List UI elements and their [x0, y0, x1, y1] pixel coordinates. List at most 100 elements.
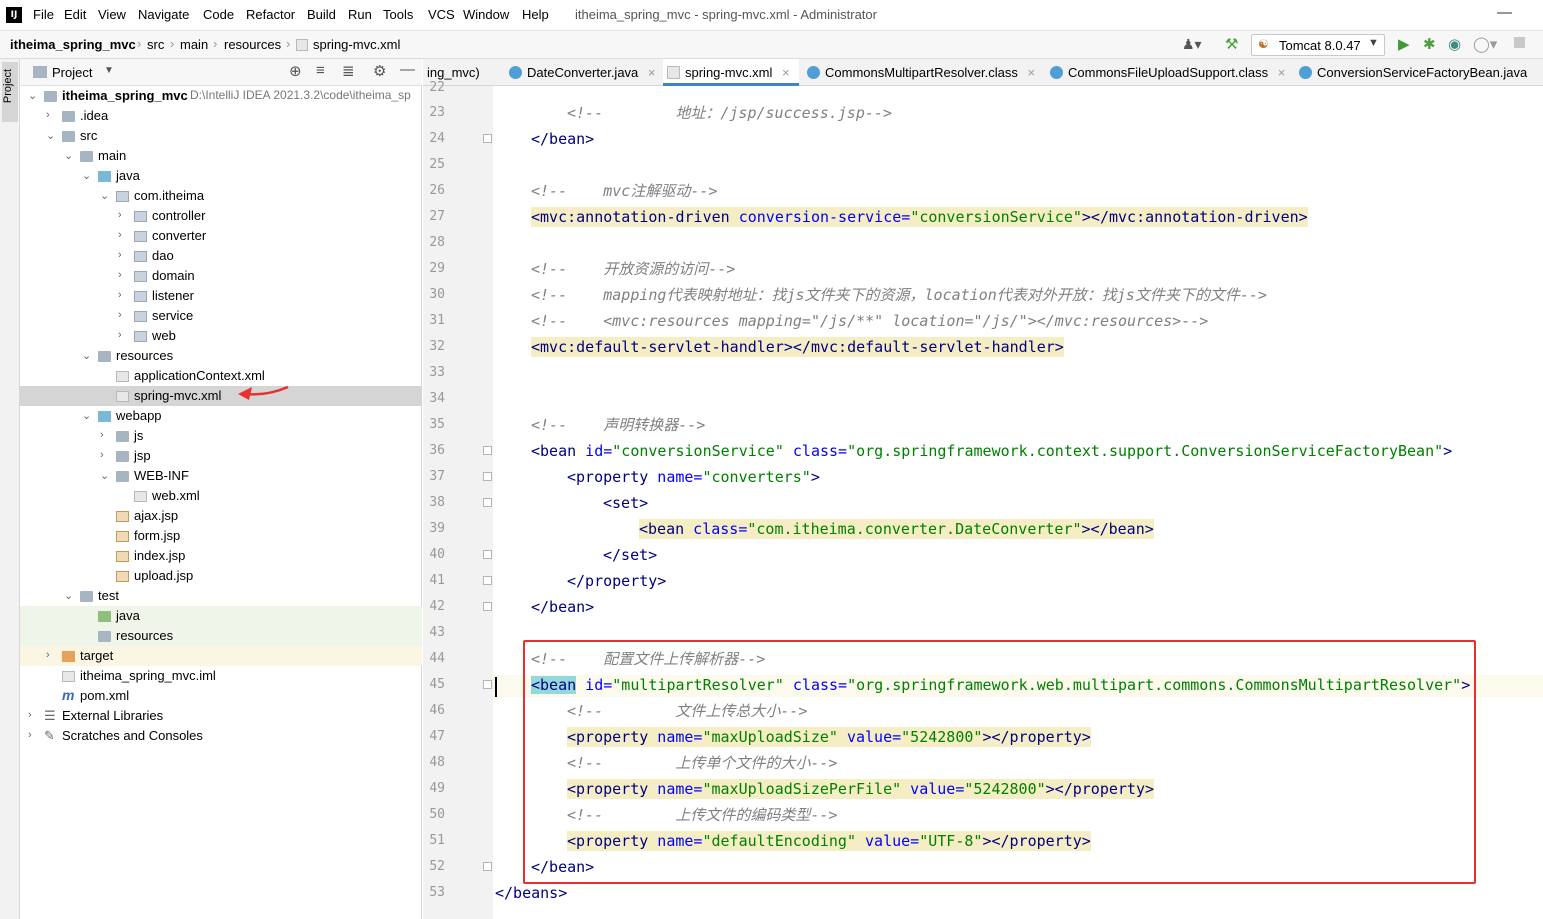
- tree-item-controller[interactable]: › controller: [20, 206, 422, 226]
- menu-refactor[interactable]: Refactor: [246, 7, 295, 22]
- close-icon[interactable]: ×: [1278, 65, 1286, 80]
- chevron-right-icon[interactable]: ›: [118, 289, 122, 301]
- chevron-down-icon[interactable]: ⌄: [82, 169, 91, 182]
- chevron-right-icon[interactable]: ›: [118, 329, 122, 341]
- fold-marker-icon[interactable]: [483, 498, 492, 507]
- chevron-right-icon[interactable]: ›: [100, 449, 104, 461]
- breadcrumb-project[interactable]: itheima_spring_mvc: [10, 37, 136, 52]
- menu-vcs[interactable]: VCS: [428, 7, 455, 22]
- tree-item-iml[interactable]: itheima_spring_mvc.iml: [20, 666, 422, 686]
- chevron-right-icon[interactable]: ›: [118, 209, 122, 221]
- tree-item-test-resources[interactable]: resources: [20, 626, 422, 646]
- breadcrumb-file[interactable]: spring-mvc.xml: [313, 37, 400, 52]
- tree-item-target[interactable]: › target: [20, 646, 422, 666]
- fold-marker-icon[interactable]: [483, 134, 492, 143]
- coverage-icon[interactable]: ◉: [1448, 35, 1461, 53]
- tree-item-pom[interactable]: m pom.xml: [20, 686, 422, 706]
- run-configuration-select[interactable]: ☯ Tomcat 8.0.47 ▼: [1251, 34, 1385, 56]
- chevron-right-icon[interactable]: ›: [28, 729, 32, 741]
- tab-date-converter[interactable]: DateConverter.java ×: [505, 59, 658, 86]
- stop-icon[interactable]: [1514, 37, 1525, 48]
- tab-conversion-service-factory-bean[interactable]: ConversionServiceFactoryBean.java: [1295, 59, 1543, 86]
- project-panel-title[interactable]: Project: [52, 65, 92, 80]
- tree-item-main[interactable]: ⌄ main: [20, 146, 422, 166]
- menu-help[interactable]: Help: [522, 7, 549, 22]
- menu-tools[interactable]: Tools: [383, 7, 413, 22]
- tree-item-form-jsp[interactable]: form.jsp: [20, 526, 422, 546]
- menu-build[interactable]: Build: [307, 7, 336, 22]
- profile-icon[interactable]: ◯▾: [1473, 35, 1497, 53]
- tree-item-scratches[interactable]: › ✎ Scratches and Consoles: [20, 726, 422, 746]
- build-hammer-icon[interactable]: ⚒: [1225, 35, 1238, 53]
- tree-item-application-context[interactable]: applicationContext.xml: [20, 366, 422, 386]
- tree-item-test[interactable]: ⌄ test: [20, 586, 422, 606]
- tab-spring-mvc-xml[interactable]: spring-mvc.xml ×: [663, 59, 799, 86]
- user-icon[interactable]: ♟▾: [1182, 36, 1202, 53]
- tree-item-package[interactable]: ⌄ com.itheima: [20, 186, 422, 206]
- close-icon[interactable]: ×: [1028, 65, 1036, 80]
- tree-item-ajax-jsp[interactable]: ajax.jsp: [20, 506, 422, 526]
- tree-item-webapp[interactable]: ⌄ webapp: [20, 406, 422, 426]
- chevron-right-icon[interactable]: ›: [28, 709, 32, 721]
- tree-item-src[interactable]: ⌄ src: [20, 126, 422, 146]
- hide-panel-icon[interactable]: —: [400, 61, 415, 78]
- tree-item-listener[interactable]: › listener: [20, 286, 422, 306]
- menu-run[interactable]: Run: [348, 7, 372, 22]
- chevron-down-icon[interactable]: ⌄: [82, 409, 91, 422]
- fold-marker-icon[interactable]: [483, 862, 492, 871]
- menu-code[interactable]: Code: [203, 7, 234, 22]
- breadcrumb-src[interactable]: src: [147, 37, 164, 52]
- tree-item-js[interactable]: › js: [20, 426, 422, 446]
- fold-marker-icon[interactable]: [483, 472, 492, 481]
- menu-edit[interactable]: Edit: [64, 7, 86, 22]
- tree-item-external-libraries[interactable]: › ☰ External Libraries: [20, 706, 422, 726]
- expand-all-icon[interactable]: ≡: [316, 62, 325, 79]
- chevron-down-icon[interactable]: ⌄: [64, 149, 73, 162]
- debug-icon[interactable]: ✱: [1423, 35, 1436, 53]
- menu-file[interactable]: File: [33, 7, 54, 22]
- breadcrumb-main[interactable]: main: [180, 37, 208, 52]
- chevron-down-icon[interactable]: ⌄: [46, 129, 55, 142]
- tree-item-converter[interactable]: › converter: [20, 226, 422, 246]
- close-icon[interactable]: ×: [648, 65, 656, 80]
- tree-item-service[interactable]: › service: [20, 306, 422, 326]
- tree-item-test-java[interactable]: java: [20, 606, 422, 626]
- chevron-right-icon[interactable]: ›: [118, 309, 122, 321]
- tab-commons-multipart-resolver[interactable]: CommonsMultipartResolver.class ×: [803, 59, 1041, 86]
- chevron-down-icon[interactable]: ⌄: [100, 189, 109, 202]
- fold-marker-icon[interactable]: [483, 602, 492, 611]
- tree-item-resources[interactable]: ⌄ resources: [20, 346, 422, 366]
- tab-commons-file-upload-support[interactable]: CommonsFileUploadSupport.class ×: [1046, 59, 1291, 86]
- tree-item-web-inf[interactable]: ⌄ WEB-INF: [20, 466, 422, 486]
- breadcrumb-resources[interactable]: resources: [224, 37, 281, 52]
- tree-item-project-root[interactable]: ⌄ itheima_spring_mvc D:\IntelliJ IDEA 20…: [20, 86, 422, 106]
- tree-item-upload-jsp[interactable]: upload.jsp: [20, 566, 422, 586]
- tree-item-jsp[interactable]: › jsp: [20, 446, 422, 466]
- fold-marker-icon[interactable]: [483, 446, 492, 455]
- chevron-right-icon[interactable]: ›: [118, 269, 122, 281]
- chevron-right-icon[interactable]: ›: [46, 109, 50, 121]
- tree-item-spring-mvc-selected[interactable]: spring-mvc.xml: [20, 386, 422, 406]
- fold-marker-icon[interactable]: [483, 680, 492, 689]
- chevron-down-icon[interactable]: ▼: [104, 65, 114, 76]
- tree-item-web[interactable]: › web: [20, 326, 422, 346]
- fold-marker-icon[interactable]: [483, 576, 492, 585]
- chevron-right-icon[interactable]: ›: [100, 429, 104, 441]
- menu-navigate[interactable]: Navigate: [138, 7, 189, 22]
- chevron-down-icon[interactable]: ⌄: [82, 349, 91, 362]
- collapse-all-icon[interactable]: ≣: [342, 62, 355, 80]
- chevron-right-icon[interactable]: ›: [118, 249, 122, 261]
- tree-item-java[interactable]: ⌄ java: [20, 166, 422, 186]
- chevron-right-icon[interactable]: ›: [46, 649, 50, 661]
- tree-item-web-xml[interactable]: web.xml: [20, 486, 422, 506]
- tree-item-idea[interactable]: › .idea: [20, 106, 422, 126]
- menu-view[interactable]: View: [98, 7, 126, 22]
- gear-icon[interactable]: ⚙: [373, 62, 386, 80]
- tree-item-domain[interactable]: › domain: [20, 266, 422, 286]
- locate-file-icon[interactable]: ⊕: [289, 62, 302, 80]
- tree-item-dao[interactable]: › dao: [20, 246, 422, 266]
- menu-window[interactable]: Window: [463, 7, 509, 22]
- close-icon[interactable]: ×: [782, 65, 790, 80]
- chevron-down-icon[interactable]: ⌄: [28, 89, 37, 102]
- chevron-right-icon[interactable]: ›: [118, 229, 122, 241]
